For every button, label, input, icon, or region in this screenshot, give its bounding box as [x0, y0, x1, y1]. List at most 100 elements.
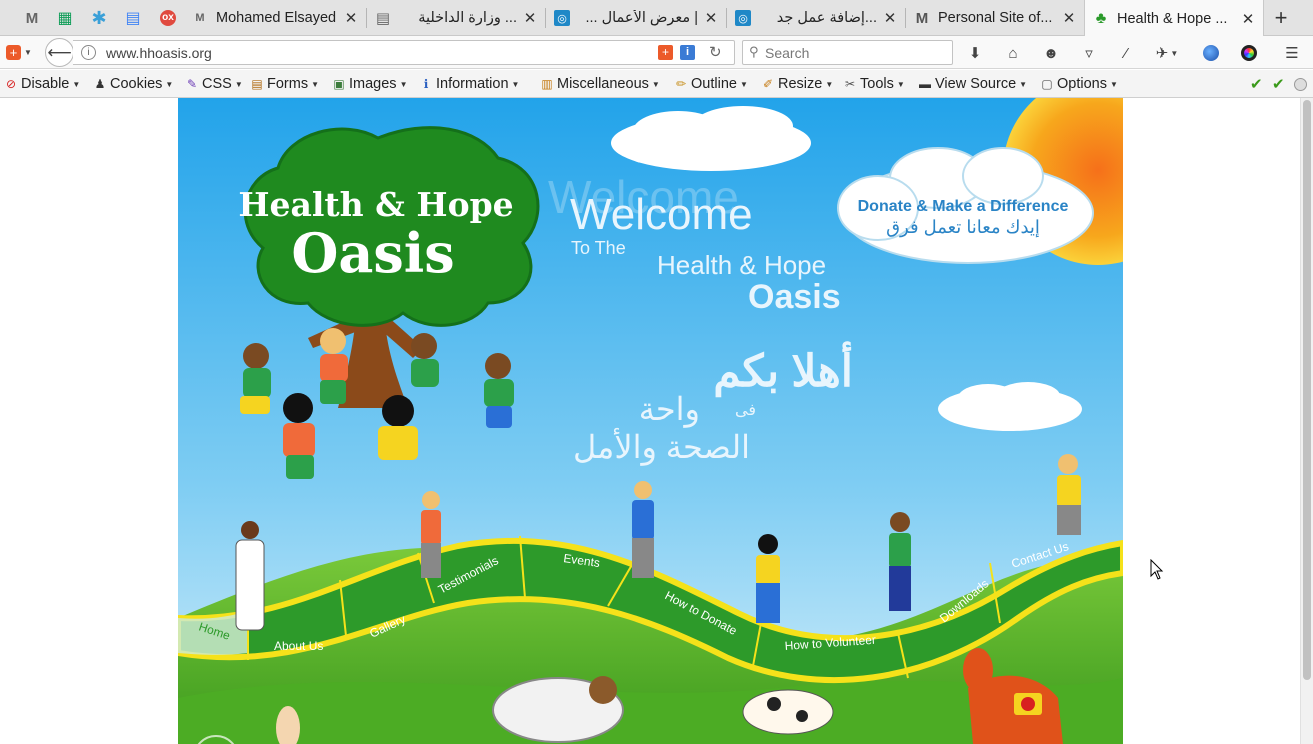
devbar-images[interactable]: ▣ Images ▼	[331, 75, 407, 93]
addon-info-icon[interactable]: i	[680, 45, 695, 60]
url-text[interactable]: www.hhoasis.org	[106, 45, 212, 61]
arabic-welcome-text: أهلا بكم	[713, 341, 853, 398]
options-icon: ▢	[1041, 77, 1053, 91]
devbar-label: Cookies	[110, 76, 163, 92]
info-icon[interactable]: i	[81, 45, 96, 60]
tree-icon: ♣	[1095, 9, 1107, 27]
pocket-icon[interactable]: ▿	[1078, 42, 1100, 64]
resize-icon: ✐	[762, 77, 774, 91]
pinned-tab-sheets[interactable]: ▦	[54, 7, 76, 29]
gmail-icon: M	[25, 9, 39, 27]
reload-icon[interactable]: ↻	[709, 43, 722, 61]
devbar-disable[interactable]: ⊘ Disable ▼	[3, 75, 80, 93]
nav-about-us[interactable]: About Us	[274, 639, 323, 653]
devbar-label: Forms	[267, 76, 309, 92]
gmail-icon: M	[195, 12, 205, 24]
tab-title: Personal Site of...	[938, 10, 1053, 26]
close-icon[interactable]: ✕	[1241, 10, 1255, 28]
health-hope-text: Health & Hope	[657, 250, 826, 280]
close-icon[interactable]: ✕	[704, 9, 718, 27]
tab-title: ... وزارة الداخلية	[418, 10, 517, 26]
arabic-oasis-text: واحة	[639, 391, 700, 428]
extension-icon[interactable]: ✈ ▼	[1150, 42, 1184, 64]
tab-mohamed-elsayed[interactable]: M Mohamed Elsayed ... ✕	[184, 0, 366, 36]
globe-icon[interactable]	[1200, 42, 1222, 64]
search-bar[interactable]: ⚲	[742, 40, 953, 65]
tab-title: Mohamed Elsayed ...	[216, 10, 338, 26]
addon-plus-icon[interactable]: +	[658, 45, 673, 60]
devbar-options[interactable]: ▢ Options ▼	[1039, 75, 1118, 93]
devbar-css[interactable]: ✎ CSS ▼	[184, 75, 243, 93]
docs-icon: ▤	[125, 10, 141, 27]
tab-health-hope[interactable]: ♣ Health & Hope ... ✕	[1084, 0, 1264, 37]
disable-icon: ⊘	[5, 77, 17, 91]
color-wheel-icon[interactable]	[1238, 42, 1260, 64]
tools-icon: ✂	[844, 77, 856, 91]
devbar-miscellaneous[interactable]: ▥ Miscellaneous ▼	[539, 75, 659, 93]
tab-interior-ministry[interactable]: ▤ ... وزارة الداخلية ✕	[367, 0, 545, 36]
document-icon: ▤	[375, 10, 391, 27]
hamburger-menu-icon[interactable]: ☰	[1281, 42, 1303, 64]
scrollbar-thumb[interactable]	[1303, 100, 1311, 680]
validation-check-icon[interactable]: ✔	[1250, 75, 1263, 93]
validation-check-icon[interactable]: ✔	[1272, 75, 1285, 93]
close-icon[interactable]: ✕	[344, 9, 358, 27]
devbar-label: Images	[349, 76, 397, 92]
site-icon: ◎	[735, 10, 751, 26]
information-icon: ℹ	[423, 77, 429, 91]
devbar-information[interactable]: ℹ Information ▼	[418, 75, 520, 93]
logo-title-line1: Health & Hope	[238, 185, 513, 224]
devbar-view-source[interactable]: ▬ View Source ▼	[917, 75, 1027, 93]
devbar-label: Miscellaneous	[557, 76, 649, 92]
devbar-label: Information	[436, 76, 509, 92]
back-button[interactable]: ⟵	[45, 38, 74, 67]
site-icon: ◎	[554, 10, 570, 26]
page-viewport: Welcome Welcome To The Health & Hope Oas…	[0, 98, 1300, 744]
search-input[interactable]	[765, 43, 945, 62]
tab-personal-site[interactable]: M Personal Site of... ✕	[906, 0, 1084, 36]
miscellaneous-icon: ▥	[541, 77, 553, 91]
download-icon[interactable]: ⬇	[964, 42, 986, 64]
devbar-tools[interactable]: ✂ Tools ▼	[842, 75, 905, 93]
tab-title: | معرض الأعمال ...	[585, 10, 698, 26]
pinned-tab-odoo[interactable]: ox	[157, 7, 179, 29]
forms-icon: ▤	[251, 77, 263, 91]
close-icon[interactable]: ✕	[1062, 9, 1076, 27]
pinned-tab-asterisk[interactable]: ✱	[88, 7, 110, 29]
outline-icon: ✏	[675, 77, 687, 91]
new-tab-button[interactable]: +	[1268, 4, 1294, 32]
devbar-label: CSS	[202, 76, 232, 92]
home-icon[interactable]: ⌂	[1002, 42, 1024, 64]
dropper-icon[interactable]: ⁄	[1115, 42, 1137, 64]
welcome-heading: Welcome	[570, 190, 753, 239]
devbar-label: Resize	[778, 76, 823, 92]
url-bar[interactable]: i www.hhoasis.org + i ↻	[73, 40, 735, 65]
arabic-health-hope-text: الصحة والأمل	[573, 427, 750, 466]
images-icon: ▣	[333, 77, 345, 91]
pinned-tab-gmail[interactable]: M	[21, 7, 43, 29]
tab-title: ...إضافة عمل جد	[776, 10, 877, 26]
web-developer-toolbar: ⊘ Disable ▼ ♟ Cookies ▼ ✎ CSS ▼ ▤ Forms ▼ ▣ …	[0, 70, 1313, 98]
donate-ar-text: إيدك معانا تعمل فرق	[886, 217, 1040, 238]
tab-title: Health & Hope ...	[1117, 10, 1228, 27]
devbar-label: View Source	[935, 76, 1017, 92]
devbar-cookies[interactable]: ♟ Cookies ▼	[92, 75, 174, 93]
pinned-tab-docs[interactable]: ▤	[122, 7, 144, 29]
tab-works-gallery[interactable]: ◎ | معرض الأعمال ... ✕	[546, 0, 726, 36]
vertical-scrollbar[interactable]	[1300, 98, 1313, 744]
site-banner: Welcome Welcome To The Health & Hope Oas…	[178, 98, 1123, 744]
devbar-resize[interactable]: ✐ Resize ▼	[760, 75, 833, 93]
close-icon[interactable]: ✕	[523, 9, 537, 27]
addon-icon[interactable]: + ▼	[2, 41, 36, 63]
devbar-label: Outline	[691, 76, 737, 92]
gmail-icon: M	[915, 9, 929, 27]
tab-add-work[interactable]: ◎ ...إضافة عمل جد ✕	[727, 0, 905, 36]
devbar-forms[interactable]: ▤ Forms ▼	[249, 75, 319, 93]
to-the-text: To The	[571, 238, 626, 258]
devbar-outline[interactable]: ✏ Outline ▼	[673, 75, 748, 93]
sheets-icon: ▦	[57, 10, 73, 27]
close-icon[interactable]: ✕	[883, 9, 897, 27]
status-dot-icon[interactable]	[1294, 75, 1307, 93]
odoo-icon: ox	[160, 10, 176, 26]
chat-icon[interactable]: ☻	[1040, 42, 1062, 64]
